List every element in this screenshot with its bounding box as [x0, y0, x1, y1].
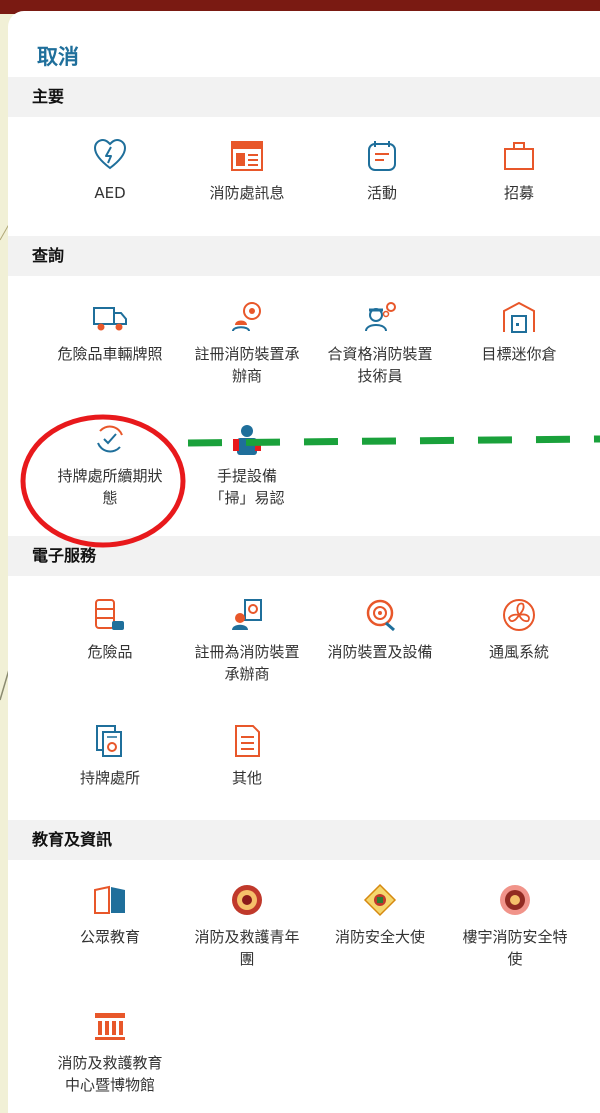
menu-item-fire-safety-ambassador[interactable]: 消防安全大使	[305, 882, 455, 948]
youth-corps-emblem-icon	[232, 885, 262, 915]
menu-item-label: 註冊為消防裝置	[194, 643, 300, 661]
section-header-education: 教育及資訊	[8, 820, 600, 860]
menu-item-label-line2: 「掃」易認	[209, 489, 285, 507]
menu-item-dangerous-goods[interactable]: 危險品	[40, 597, 180, 663]
menu-item-fsi-and-equipment[interactable]: 消防裝置及設備	[305, 597, 455, 663]
menu-item-label: 通風系統	[488, 643, 549, 661]
menu-item-label: 持牌處所續期狀	[57, 467, 163, 485]
cancel-button[interactable]: 取消	[37, 41, 79, 71]
menu-item-label: 危險品車輛牌照	[57, 345, 163, 363]
menu-item-label-line2: 態	[102, 489, 118, 507]
menu-item-label: 危險品	[87, 643, 133, 661]
menu-item-label: 消防裝置及設備	[327, 643, 433, 661]
section-header-e-services: 電子服務	[8, 536, 600, 576]
more-services-sheet: 取消 主要 AED 消防處訊息 活動 招募 查詢 危險品車輛牌照 註冊消防裝置承…	[8, 11, 600, 1113]
menu-item-fire-ambulance-youth-corps[interactable]: 消防及救護青年 團	[172, 882, 322, 970]
menu-item-portable-equipment-scan[interactable]: 手提設備 「掃」易認	[177, 421, 317, 509]
menu-item-label: AED	[94, 184, 126, 202]
menu-item-label: 消防及救護教育	[57, 1054, 163, 1072]
menu-item-label: 公眾教育	[79, 928, 140, 946]
menu-item-label: 消防安全大使	[334, 928, 425, 946]
menu-item-label: 消防及救護青年	[194, 928, 300, 946]
menu-item-label: 註冊消防裝置承	[194, 345, 300, 363]
menu-item-label: 目標迷你倉	[481, 345, 557, 363]
section-header-enquiry: 查詢	[8, 236, 600, 276]
menu-item-label-line2: 中心暨博物館	[64, 1076, 155, 1094]
mini-storage-icon	[503, 301, 535, 333]
menu-item-label: 手提設備	[216, 467, 277, 485]
fan-icon	[503, 599, 535, 631]
truck-icon	[93, 307, 127, 331]
hose-reel-icon	[366, 599, 395, 632]
heart-pulse-icon	[93, 138, 127, 170]
briefcase-icon	[504, 142, 534, 170]
menu-item-label-line2: 辦商	[231, 367, 262, 385]
menu-item-aed[interactable]: AED	[40, 138, 180, 204]
menu-item-education-centre-museum[interactable]: 消防及救護教育 中心暨博物館	[35, 1008, 185, 1096]
menu-item-label-line2: 團	[239, 950, 255, 968]
menu-item-label-line2: 技術員	[357, 367, 403, 385]
section-header-main: 主要	[8, 77, 600, 117]
renewal-check-icon	[97, 425, 123, 453]
barrel-icon	[95, 599, 124, 630]
menu-item-licensed-premises-renewal-status[interactable]: 持牌處所續期狀 態	[35, 421, 185, 509]
menu-item-others[interactable]: 其他	[177, 723, 317, 789]
menu-item-label: 招募	[503, 184, 534, 202]
event-note-icon	[368, 141, 396, 171]
menu-item-target-mini-storage[interactable]: 目標迷你倉	[449, 299, 589, 365]
menu-item-fsd-news[interactable]: 消防處訊息	[177, 138, 317, 204]
menu-item-label-line2: 使	[507, 950, 523, 968]
technician-gear-icon	[365, 302, 396, 332]
menu-item-ventilation-system[interactable]: 通風系統	[449, 597, 589, 663]
menu-item-licensed-premises[interactable]: 持牌處所	[40, 723, 180, 789]
contractor-hose-icon	[232, 302, 261, 332]
menu-item-label: 活動	[366, 184, 397, 202]
menu-item-label: 持牌處所	[79, 769, 140, 787]
ambassador-emblem-icon	[363, 883, 397, 917]
museum-icon	[95, 1013, 125, 1040]
menu-item-registered-fsi-contractor[interactable]: 註冊消防裝置承 辦商	[172, 299, 322, 387]
menu-item-activities[interactable]: 活動	[312, 138, 452, 204]
menu-item-recruitment[interactable]: 招募	[449, 138, 589, 204]
menu-item-dg-vehicle-licence[interactable]: 危險品車輛牌照	[35, 299, 185, 365]
open-book-icon	[94, 885, 125, 914]
calendar-news-icon	[231, 141, 263, 171]
menu-item-qualified-fsi-technician[interactable]: 合資格消防裝置 技術員	[305, 299, 455, 387]
menu-item-label: 消防處訊息	[209, 184, 285, 202]
menu-item-label: 樓宇消防安全特	[462, 928, 568, 946]
menu-item-register-fsi-contractor[interactable]: 註冊為消防裝置 承辦商	[172, 597, 322, 685]
register-contractor-icon	[232, 599, 262, 630]
menu-item-building-fire-safety-envoy[interactable]: 樓宇消防安全特 使	[440, 882, 590, 970]
building-envoy-emblem-icon	[500, 885, 530, 915]
licensed-premises-icon	[96, 725, 122, 757]
menu-item-public-education[interactable]: 公眾教育	[40, 882, 180, 948]
menu-item-label: 合資格消防裝置	[327, 345, 433, 363]
menu-item-label-line2: 承辦商	[224, 665, 270, 683]
menu-item-label: 其他	[231, 769, 262, 787]
portable-equipment-icon	[233, 425, 261, 455]
document-icon	[235, 725, 260, 757]
